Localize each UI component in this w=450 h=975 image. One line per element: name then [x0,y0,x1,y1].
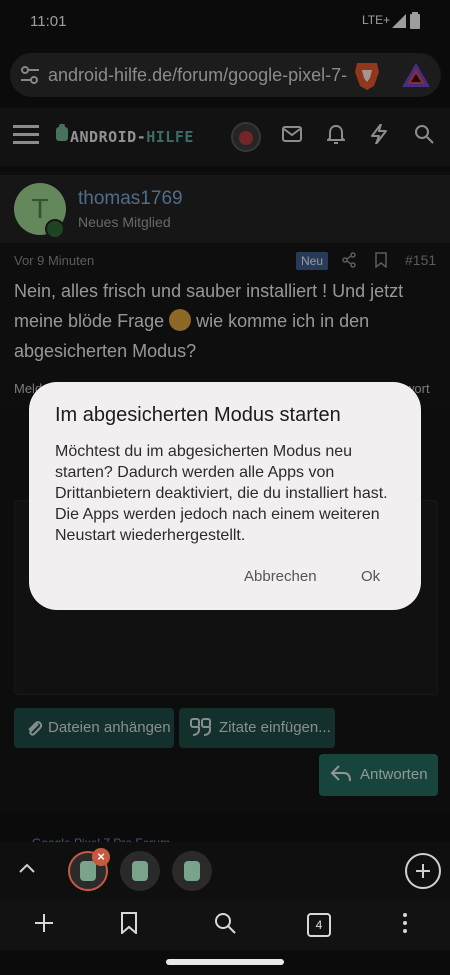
tab-favicon-icon [184,861,200,881]
dialog-title: Im abgesicherten Modus starten [55,404,341,426]
home-indicator[interactable] [166,959,284,965]
new-tab-plus-icon[interactable] [34,913,54,933]
tabs-icon[interactable]: 4 [307,913,331,937]
close-tab-icon[interactable]: × [92,848,110,866]
cancel-button[interactable]: Abbrechen [244,568,317,585]
tab-favicon-icon [132,861,148,881]
ok-button[interactable]: Ok [361,568,380,585]
dialog-message: Möchtest du im abgesicherten Modus neu s… [55,443,388,544]
plus-icon [416,864,430,878]
chevron-up-icon[interactable] [18,862,36,874]
tab-favicon-icon [80,861,96,881]
more-icon[interactable] [402,912,408,934]
bookmarks-icon[interactable] [121,912,137,934]
search-icon[interactable] [214,912,236,934]
